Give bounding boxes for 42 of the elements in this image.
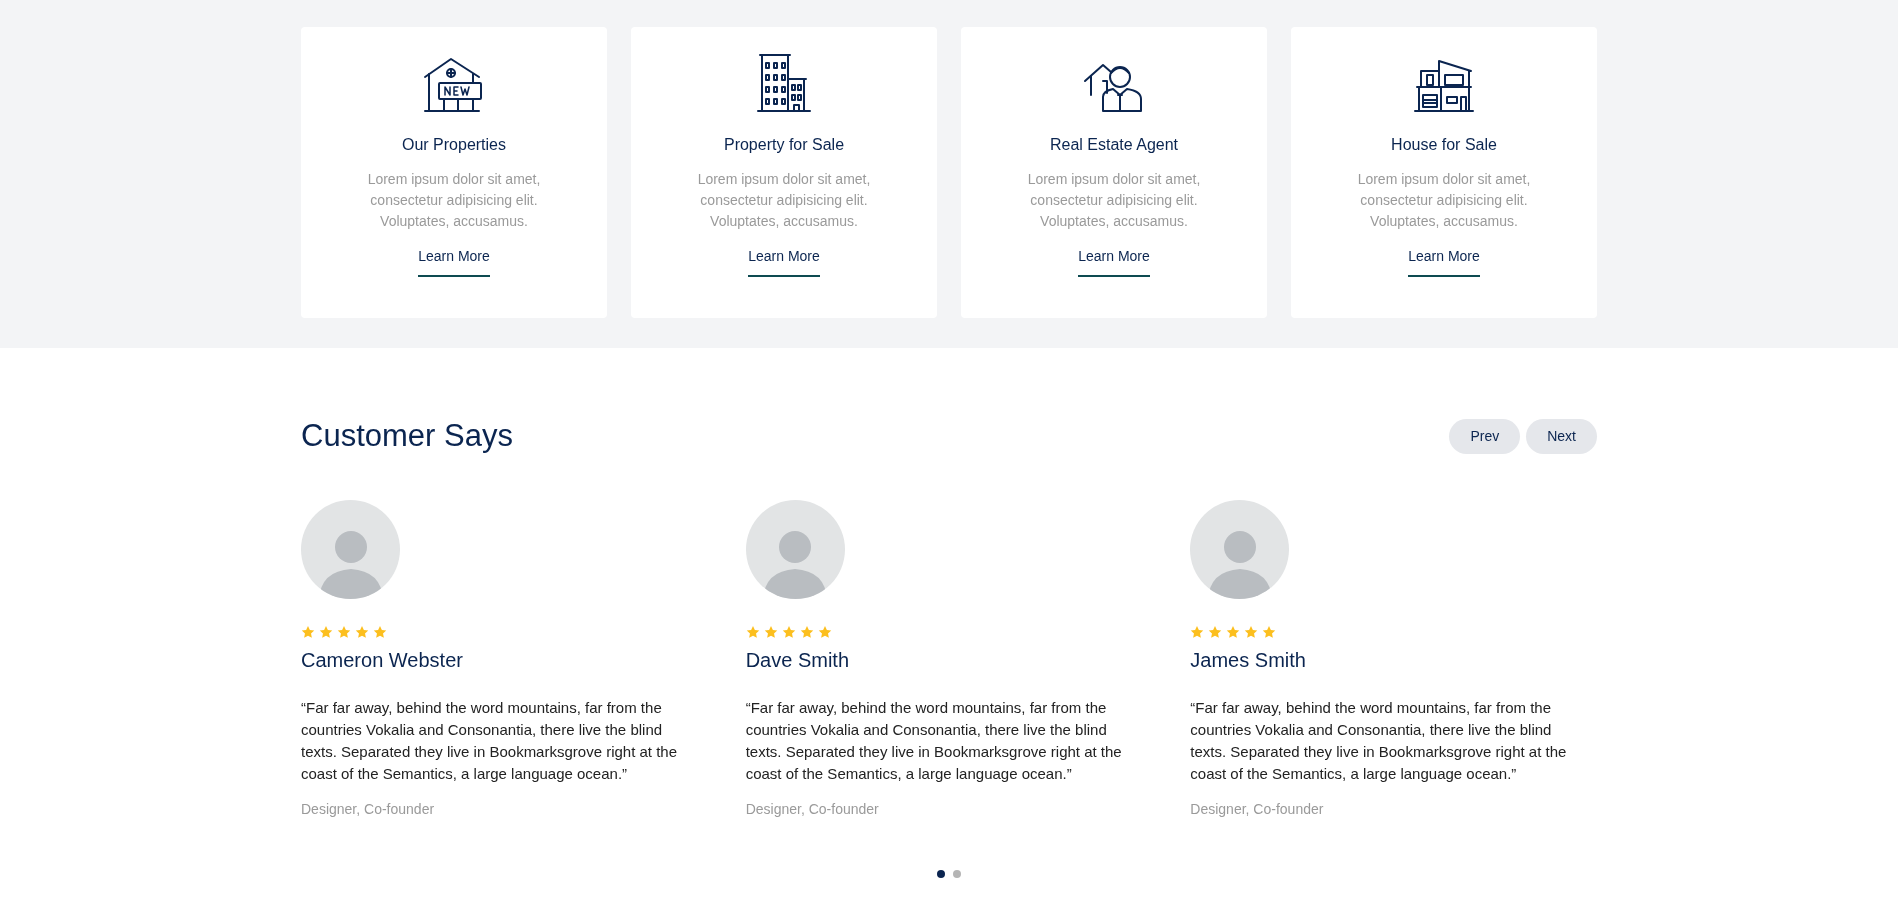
office-buildings-icon: [756, 53, 812, 115]
customer-name: Dave Smith: [745, 647, 851, 673]
card-description: Lorem ipsum dolor sit amet, consectetur adipisicing elit. Voluptates, accusamus.: [366, 170, 542, 231]
star-icon: [1208, 624, 1223, 639]
star-icon: [355, 624, 369, 639]
star-icon: [319, 624, 333, 639]
testimonial-quote: “Far far away, behind the word mountains, far from the countries Vokalia and Consonantia, there live the blind texts. Separated they live in Bookmarksgrove right at the coast of the Semantics, a large language ocean.”: [745, 697, 1123, 784]
customer-name: James Smith: [1190, 647, 1307, 673]
learn-more-link[interactable]: Learn More: [418, 246, 490, 277]
star-icon: [373, 624, 387, 639]
section-heading: Customer Says: [301, 417, 513, 455]
customer-role: Designer, Co-founder: [1190, 799, 1325, 819]
card-title: Our Properties: [401, 135, 506, 155]
customer-role: Designer, Co-founder: [301, 799, 436, 819]
prev-button[interactable]: Prev: [1449, 418, 1521, 454]
learn-more-link[interactable]: Learn More: [748, 246, 820, 277]
card-description: Lorem ipsum dolor sit amet, consectetur adipisicing elit. Voluptates, accusamus.: [1356, 170, 1532, 231]
house-sign-icon: [423, 57, 485, 115]
customer-role: Designer, Co-founder: [745, 799, 880, 819]
star-icon: [817, 624, 832, 639]
star-icon: [763, 624, 778, 639]
card-description: Lorem ipsum dolor sit amet, consectetur adipisicing elit. Voluptates, accusamus.: [696, 170, 872, 231]
star-icon: [1190, 624, 1205, 639]
card-title: House for Sale: [1391, 135, 1497, 155]
learn-more-link[interactable]: Learn More: [1078, 246, 1150, 277]
testimonial-quote: “Far far away, behind the word mountains, far from the countries Vokalia and Consonantia, there live the blind texts. Separated they live in Bookmarksgrove right at the coast of the Semantics, a large language ocean.”: [1190, 697, 1568, 784]
customer-name: Cameron Webster: [301, 647, 464, 673]
card-title: Real Estate Agent: [1049, 135, 1179, 155]
star-icon: [1262, 624, 1277, 639]
card-title: Property for Sale: [723, 135, 845, 155]
star-icon: [1226, 624, 1241, 639]
card-description: Lorem ipsum dolor sit amet, consectetur adipisicing elit. Voluptates, accusamus.: [1026, 170, 1202, 231]
star-icon: [781, 624, 796, 639]
star-icon: [1244, 624, 1259, 639]
modern-house-icon: [1413, 59, 1475, 115]
star-icon: [337, 624, 351, 639]
star-icon: [745, 624, 760, 639]
next-button[interactable]: Next: [1526, 418, 1597, 454]
testimonial-quote: “Far far away, behind the word mountains, far from the countries Vokalia and Consonantia, there live the blind texts. Separated they live in Bookmarksgrove right at the coast of the Semantics, a large language ocean.”: [301, 697, 679, 784]
star-icon: [799, 624, 814, 639]
learn-more-link[interactable]: Learn More: [1408, 246, 1480, 277]
star-icon: [301, 624, 315, 639]
